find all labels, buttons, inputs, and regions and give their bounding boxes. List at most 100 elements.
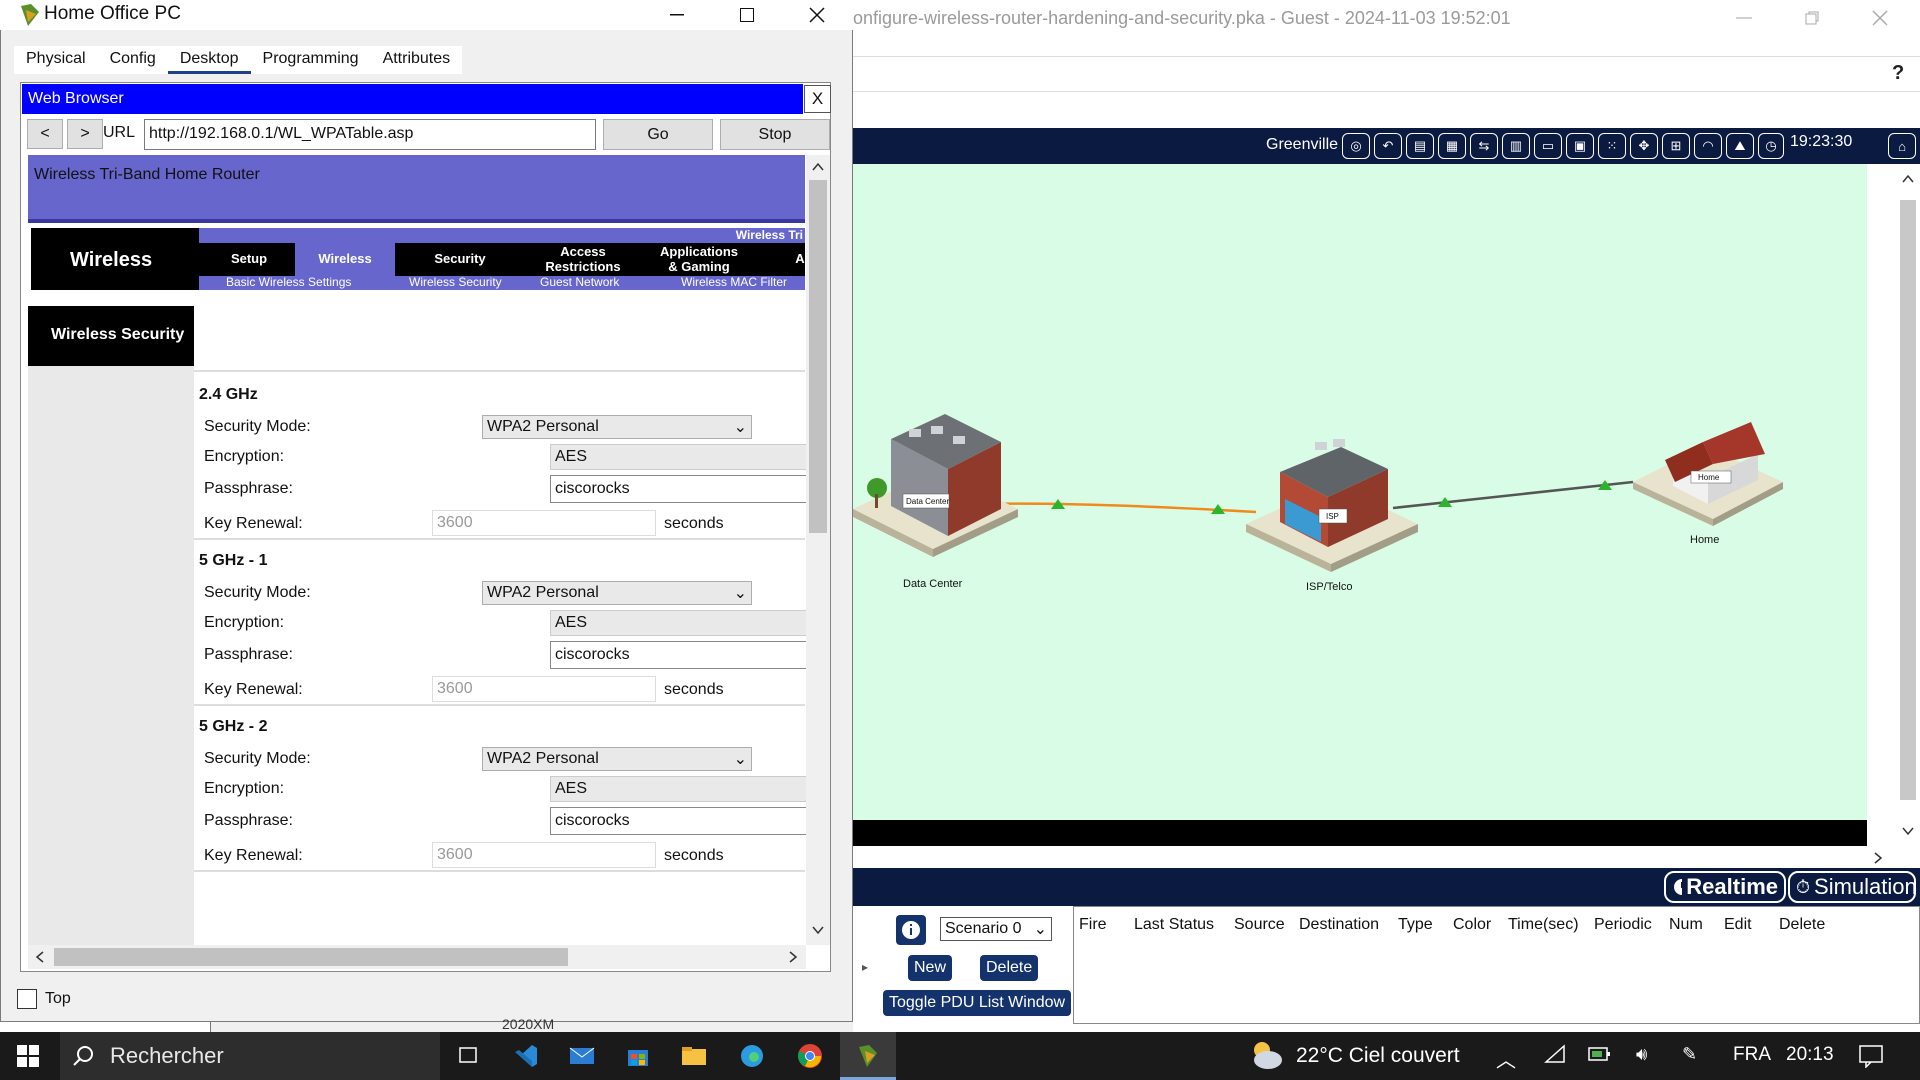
info-icon[interactable] (896, 915, 926, 945)
nav-setup[interactable]: Setup (209, 243, 289, 276)
packet-tracer-taskbar-icon[interactable] (840, 1032, 896, 1080)
data-center-sign: Data Center (906, 497, 949, 506)
edge-icon[interactable] (724, 1032, 780, 1080)
passphrase-input[interactable]: ciscorocks (550, 807, 810, 835)
wireless-icon[interactable]: ◠ (1694, 133, 1722, 159)
passphrase-label: Passphrase: (204, 646, 293, 663)
chevron-down-icon: ⌄ (733, 751, 747, 768)
expand-arrow-icon[interactable]: ▸ (862, 960, 868, 974)
key-renewal-input[interactable]: 3600 (432, 842, 656, 868)
nav-wireless[interactable]: Wireless (295, 243, 395, 276)
sub-mac-filter[interactable]: Wireless MAC Filter (681, 275, 787, 289)
seconds-label: seconds (664, 681, 724, 698)
task-view-icon[interactable] (440, 1032, 496, 1080)
back-button[interactable]: < (27, 119, 63, 149)
undo-icon[interactable]: ↶ (1374, 133, 1402, 159)
delete-scenario-button[interactable]: Delete (980, 955, 1039, 981)
encryption-label: Encryption: (204, 448, 285, 465)
chrome-icon[interactable] (782, 1032, 838, 1080)
viewport-icon[interactable]: ▭ (1534, 133, 1562, 159)
windows-start-icon[interactable] (0, 1032, 56, 1080)
minimize-icon[interactable] (642, 0, 712, 30)
maximize-icon[interactable] (712, 0, 782, 30)
store-icon[interactable] (610, 1032, 666, 1080)
col-edit: Edit (1724, 916, 1752, 933)
simulation-button[interactable]: ⏱ Simulation (1788, 871, 1917, 903)
close-icon[interactable] (1852, 0, 1908, 36)
new-scenario-button[interactable]: New (908, 955, 953, 981)
location-label[interactable]: Greenville (1266, 136, 1338, 154)
passphrase-input[interactable]: ciscorocks (550, 475, 810, 503)
nav-access-restrictions[interactable]: Access Restrictions (530, 243, 636, 276)
data-center-node: Data Center (853, 414, 1018, 557)
tab-config[interactable]: Config (97, 46, 168, 74)
taskbar-search[interactable]: Rechercher (60, 1032, 440, 1080)
sub-wireless-security[interactable]: Wireless Security (409, 275, 502, 289)
sub-guest-network[interactable]: Guest Network (540, 275, 619, 289)
security-mode-select[interactable]: WPA2 Personal ⌄ (482, 747, 752, 771)
canvas-horizontal-scrollbar[interactable] (853, 846, 1920, 870)
key-renewal-input[interactable]: 3600 (432, 510, 656, 536)
chevron-up-icon[interactable]: ︿ (1496, 1044, 1516, 1073)
scenario-select[interactable]: Scenario 0 ⌄ (940, 917, 1052, 941)
weather-text[interactable]: 22°C Ciel couvert (1296, 1044, 1460, 1068)
taskbar-clock[interactable]: 20:13 (1786, 1044, 1834, 1066)
url-input[interactable]: http://192.168.0.1/WL_WPATable.asp (144, 119, 596, 150)
mail-icon[interactable] (554, 1032, 610, 1080)
environment-icon[interactable]: ⛰ (1726, 133, 1754, 159)
tab-desktop[interactable]: Desktop (167, 46, 251, 74)
layout-icon[interactable]: ⊞ (1662, 133, 1690, 159)
forward-button[interactable]: > (67, 119, 103, 149)
nav-applications-gaming[interactable]: Applications & Gaming (640, 243, 758, 276)
security-mode-select[interactable]: WPA2 Personal ⌄ (482, 415, 752, 439)
top-checkbox[interactable] (17, 989, 37, 1009)
pen-icon[interactable]: ✎ (1682, 1044, 1697, 1065)
home-icon[interactable]: ⌂ (1888, 133, 1916, 159)
network-icon[interactable] (1544, 1044, 1566, 1064)
tab-physical[interactable]: Physical (14, 46, 98, 74)
security-mode-label: Security Mode: (204, 418, 311, 435)
topology-links: Data Center ISP Home (853, 414, 1783, 572)
cluster-icon[interactable]: ▤ (1406, 133, 1434, 159)
encryption-field: AES (550, 776, 810, 802)
browser-close-button[interactable]: X (804, 85, 831, 113)
close-icon[interactable] (782, 0, 852, 30)
vscode-icon[interactable] (498, 1032, 554, 1080)
key-renewal-input[interactable]: 3600 (432, 676, 656, 702)
restore-icon[interactable] (1784, 0, 1840, 36)
tab-attributes[interactable]: Attributes (370, 46, 463, 74)
encryption-label: Encryption: (204, 614, 285, 631)
toggle-pdu-list-button[interactable]: Toggle PDU List Window (883, 990, 1072, 1016)
page-vertical-scroll-thumb[interactable] (809, 180, 827, 533)
weather-icon[interactable] (1246, 1038, 1284, 1072)
tab-programming[interactable]: Programming (250, 46, 371, 74)
move-object-icon[interactable]: ⇆ (1470, 133, 1498, 159)
sub-basic-wireless[interactable]: Basic Wireless Settings (226, 275, 351, 289)
device-list-icon[interactable]: ▣ (1566, 133, 1594, 159)
router-title: Wireless Tri-Band Home Router (34, 166, 260, 183)
chevron-down-icon: ⌄ (733, 419, 747, 436)
navigation-icon[interactable]: ◎ (1342, 133, 1370, 159)
set-tiled-icon[interactable]: ▥ (1502, 133, 1530, 159)
minimize-icon[interactable]: — (1716, 0, 1772, 36)
volume-icon[interactable]: 🔊︎ (1636, 1044, 1647, 1065)
realtime-button[interactable]: Realtime (1664, 871, 1786, 903)
clock-icon[interactable]: ◷ (1758, 133, 1784, 159)
isp-node: ISP (1246, 439, 1418, 572)
notification-icon[interactable] (1858, 1044, 1884, 1068)
grid-icon[interactable]: ⁙ (1598, 133, 1626, 159)
page-horizontal-scroll-thumb[interactable] (54, 948, 568, 966)
language-indicator[interactable]: FRA (1733, 1044, 1771, 1066)
encryption-field: AES (550, 610, 810, 636)
stop-button[interactable]: Stop (720, 119, 830, 150)
move-icon[interactable]: ✥ (1630, 133, 1658, 159)
canvas-vertical-scrollbar[interactable] (1896, 164, 1920, 846)
new-cluster-icon[interactable]: ▦ (1438, 133, 1466, 159)
go-button[interactable]: Go (603, 119, 713, 150)
battery-icon[interactable] (1588, 1044, 1612, 1064)
file-explorer-icon[interactable] (666, 1032, 722, 1080)
security-mode-select[interactable]: WPA2 Personal ⌄ (482, 581, 752, 605)
nav-security[interactable]: Security (400, 243, 520, 276)
passphrase-input[interactable]: ciscorocks (550, 641, 810, 669)
help-icon[interactable]: ? (1892, 62, 1904, 85)
